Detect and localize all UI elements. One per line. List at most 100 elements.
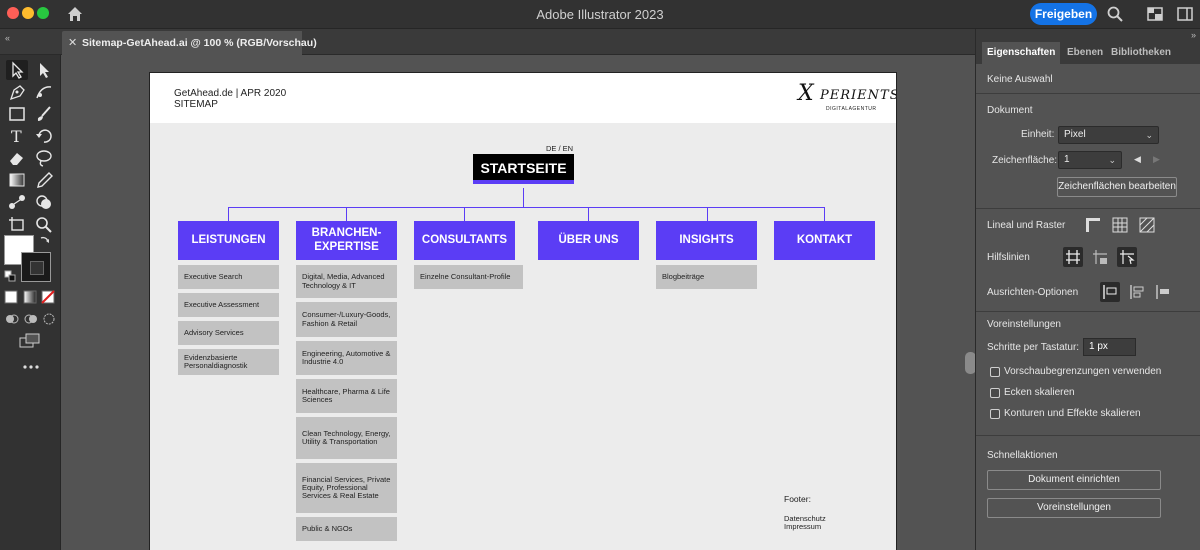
draw-behind-icon[interactable] bbox=[23, 312, 39, 326]
footer-item: Impressum bbox=[784, 522, 822, 531]
share-button[interactable]: Freigeben bbox=[1030, 3, 1097, 25]
curvature-tool-icon[interactable] bbox=[33, 82, 55, 102]
connector-line bbox=[346, 207, 347, 221]
gradient-mode-icon[interactable] bbox=[23, 290, 37, 304]
connector-line bbox=[588, 207, 589, 221]
tab-bibliotheken[interactable]: Bibliotheken bbox=[1106, 42, 1176, 64]
search-icon[interactable] bbox=[1106, 5, 1124, 23]
subpage-item: Evidenzbasierte Personaldiagnostik bbox=[178, 349, 279, 375]
default-colors-icon[interactable] bbox=[4, 269, 16, 282]
next-artboard-icon[interactable]: ▶ bbox=[1153, 154, 1160, 165]
category-consultants: CONSULTANTS bbox=[414, 221, 515, 260]
subpage-item: Einzelne Consultant-Profile bbox=[414, 265, 523, 289]
close-window-button[interactable] bbox=[7, 7, 19, 19]
type-tool-icon[interactable]: T bbox=[6, 126, 28, 146]
preferences-button[interactable]: Voreinstellungen bbox=[987, 498, 1161, 518]
xperients-logo: X PERIENTS DIGITALAGENTUR bbox=[798, 81, 897, 112]
direct-selection-tool-icon[interactable] bbox=[33, 60, 55, 80]
subpage-item: Public & NGOs bbox=[296, 517, 397, 541]
eyedropper-tool-icon[interactable] bbox=[33, 170, 55, 190]
collapse-panel-icon[interactable]: » bbox=[1191, 30, 1196, 40]
blend-tool-icon[interactable] bbox=[6, 192, 28, 212]
subpage-item: Consumer-/Luxury-Goods, Fashion & Retail bbox=[296, 302, 397, 337]
show-guides-icon[interactable] bbox=[1063, 247, 1083, 267]
previous-artboard-icon[interactable]: ◀ bbox=[1134, 154, 1141, 165]
subpage-item: Executive Assessment bbox=[178, 293, 279, 317]
workspace-layout-icon[interactable] bbox=[1146, 5, 1164, 23]
document-setup-button[interactable]: Dokument einrichten bbox=[987, 470, 1161, 490]
scale-corners-label: Ecken skalieren bbox=[1004, 387, 1075, 398]
subpage-item: Blogbeiträge bbox=[656, 265, 757, 289]
artboard-tool-icon[interactable] bbox=[6, 214, 28, 234]
stroke-color-swatch[interactable] bbox=[21, 252, 51, 282]
document-tab-strip: « ✕ Sitemap-GetAhead.ai @ 100 % (RGB/Vor… bbox=[0, 29, 975, 55]
transparency-grid-icon[interactable] bbox=[1137, 215, 1157, 235]
edit-artboards-button[interactable]: Zeichenflächen bearbeiten bbox=[1057, 177, 1177, 197]
unit-select[interactable]: Pixel ⌄ bbox=[1058, 126, 1159, 144]
svg-text:T: T bbox=[11, 127, 22, 146]
connector-line bbox=[228, 207, 229, 221]
align-to-artboard-icon[interactable] bbox=[1153, 282, 1173, 302]
rotate-tool-icon[interactable] bbox=[33, 126, 55, 146]
collapse-toolbar-icon[interactable]: « bbox=[5, 33, 10, 43]
panel-toggle-icon[interactable] bbox=[1176, 5, 1194, 23]
zoom-tool-icon[interactable] bbox=[33, 214, 55, 234]
paintbrush-tool-icon[interactable] bbox=[33, 104, 55, 124]
tools-panel: T bbox=[0, 55, 61, 550]
selection-tool-icon[interactable] bbox=[6, 60, 28, 80]
guides-label: Hilfslinien bbox=[987, 252, 1030, 263]
artboard-header: GetAhead.de | APR 2020 SITEMAP X PERIENT… bbox=[150, 73, 897, 123]
draw-inside-icon[interactable] bbox=[41, 312, 57, 326]
tab-ebenen[interactable]: Ebenen bbox=[1062, 42, 1108, 64]
subpage-item: Digital, Media, Advanced Technology & IT bbox=[296, 265, 397, 298]
app-title: Adobe Illustrator 2023 bbox=[536, 7, 664, 22]
none-mode-icon[interactable] bbox=[41, 290, 55, 304]
shape-builder-tool-icon[interactable] bbox=[33, 192, 55, 212]
subpage-item: Financial Services, Private Equity, Prof… bbox=[296, 463, 397, 513]
zoom-window-button[interactable] bbox=[37, 7, 49, 19]
panel-tabs: Eigenschaften Ebenen Bibliotheken bbox=[976, 42, 1200, 64]
category-insights: INSIGHTS bbox=[656, 221, 757, 260]
pen-tool-icon[interactable] bbox=[6, 82, 28, 102]
category-leistungen: LEISTUNGEN bbox=[178, 221, 279, 260]
header-sitemap-line: SITEMAP bbox=[174, 99, 218, 110]
document-tab[interactable]: ✕ Sitemap-GetAhead.ai @ 100 % (RGB/Vorsc… bbox=[62, 31, 317, 55]
subpage-item: Engineering, Automotive & Industrie 4.0 bbox=[296, 341, 397, 375]
smart-guides-icon[interactable] bbox=[1117, 247, 1137, 267]
keyboard-increment-field[interactable]: 1 px bbox=[1083, 338, 1136, 356]
keyboard-increment-label: Schritte per Tastatur: bbox=[987, 342, 1080, 353]
eraser-tool-icon[interactable] bbox=[6, 148, 28, 168]
screen-mode-icon[interactable] bbox=[19, 333, 41, 349]
home-icon[interactable] bbox=[66, 5, 84, 23]
document-heading: Dokument bbox=[987, 105, 1033, 116]
chevron-down-icon: ⌄ bbox=[1108, 155, 1116, 165]
swap-colors-icon[interactable] bbox=[38, 233, 52, 247]
draw-normal-icon[interactable] bbox=[4, 312, 20, 326]
grid-icon[interactable] bbox=[1110, 215, 1130, 235]
lasso-tool-icon[interactable] bbox=[33, 148, 55, 168]
document-tab-label: Sitemap-GetAhead.ai @ 100 % (RGB/Vorscha… bbox=[82, 37, 317, 49]
rulers-grid-label: Lineal und Raster bbox=[987, 220, 1066, 231]
preview-bounds-checkbox[interactable] bbox=[990, 367, 1000, 377]
minimize-window-button[interactable] bbox=[22, 7, 34, 19]
rulers-icon[interactable] bbox=[1083, 215, 1103, 235]
scale-corners-checkbox[interactable] bbox=[990, 388, 1000, 398]
category-branchen-expertise: BRANCHEN- EXPERTISE bbox=[296, 221, 397, 260]
rectangle-tool-icon[interactable] bbox=[6, 104, 28, 124]
preferences-heading: Voreinstellungen bbox=[987, 319, 1061, 330]
align-to-selection-icon[interactable] bbox=[1100, 282, 1120, 302]
close-tab-icon[interactable]: ✕ bbox=[68, 36, 77, 49]
more-tools-icon[interactable] bbox=[20, 360, 42, 372]
artboard-select[interactable]: 1 ⌄ bbox=[1058, 151, 1122, 169]
subpage-item: Advisory Services bbox=[178, 321, 279, 345]
title-bar: Adobe Illustrator 2023 Freigeben bbox=[0, 0, 1200, 29]
lock-guides-icon[interactable] bbox=[1090, 247, 1110, 267]
unit-label: Einheit: bbox=[1021, 129, 1055, 140]
scale-strokes-checkbox[interactable] bbox=[990, 409, 1000, 419]
gradient-tool-icon[interactable] bbox=[6, 170, 28, 190]
startseite-node: STARTSEITE bbox=[473, 154, 574, 184]
align-to-key-object-icon[interactable] bbox=[1127, 282, 1147, 302]
tab-eigenschaften[interactable]: Eigenschaften bbox=[982, 42, 1061, 64]
color-mode-icon[interactable] bbox=[4, 290, 18, 304]
artboard[interactable]: GetAhead.de | APR 2020 SITEMAP X PERIENT… bbox=[149, 72, 897, 550]
